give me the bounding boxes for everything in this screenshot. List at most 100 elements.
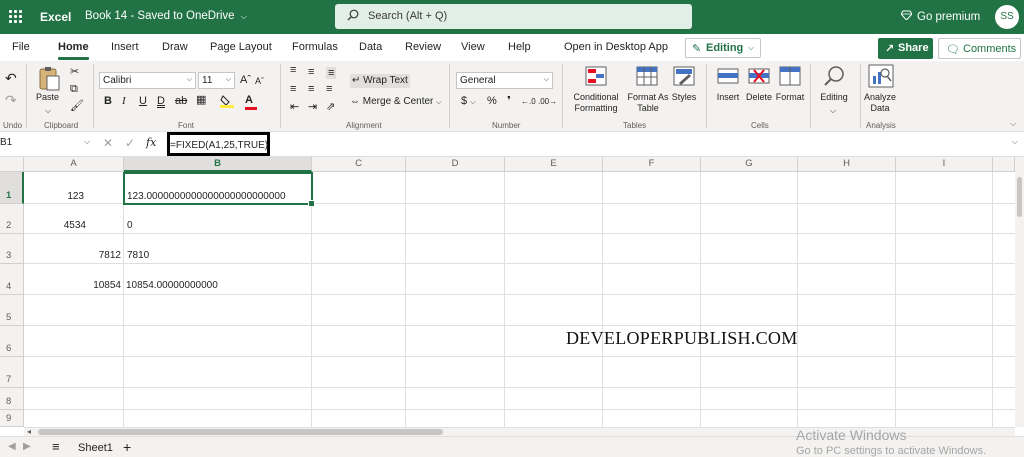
column-header-partial[interactable]: [993, 157, 1015, 172]
analyze-data-label[interactable]: Analyze Data: [862, 92, 898, 114]
row-header-7[interactable]: 7: [0, 357, 24, 388]
increase-font-icon[interactable]: Aˆ: [240, 74, 251, 86]
column-header-c[interactable]: C: [312, 157, 406, 172]
borders-icon[interactable]: ▦: [196, 94, 206, 106]
row-header-8[interactable]: 8: [0, 388, 24, 410]
share-button[interactable]: ↗ Share: [878, 38, 933, 59]
app-name[interactable]: Excel: [40, 10, 71, 24]
column-header-i[interactable]: I: [896, 157, 993, 172]
wrap-text-button[interactable]: ↵ Wrap Text: [350, 74, 410, 88]
row-header-6[interactable]: 6: [0, 326, 24, 357]
add-sheet-icon[interactable]: +: [123, 439, 131, 455]
tab-page-layout[interactable]: Page Layout: [210, 41, 272, 53]
tab-file[interactable]: File: [12, 41, 30, 53]
copy-icon[interactable]: ⧉: [70, 83, 78, 95]
format-cells-label[interactable]: Format: [775, 92, 805, 103]
cell-b4[interactable]: 10854.00000000000: [126, 280, 218, 291]
align-right-icon[interactable]: ≡: [326, 83, 332, 95]
chevron-down-icon[interactable]: ⌵: [1010, 118, 1016, 130]
align-middle-icon[interactable]: ≡: [308, 66, 314, 78]
cell-a1[interactable]: 123: [24, 191, 84, 202]
row-header-3[interactable]: 3: [0, 234, 24, 264]
all-sheets-menu-icon[interactable]: ≡: [52, 439, 60, 454]
row-header-4[interactable]: 4: [0, 264, 24, 295]
paste-label[interactable]: Paste: [36, 92, 59, 103]
row-header-5[interactable]: 5: [0, 295, 24, 326]
search-input[interactable]: Search (Alt + Q): [335, 4, 692, 29]
italic-icon[interactable]: I: [122, 95, 126, 107]
horizontal-scroll-thumb[interactable]: [38, 429, 443, 435]
align-left-icon[interactable]: ≡: [290, 83, 296, 95]
cancel-icon[interactable]: ✕: [103, 136, 113, 150]
tab-draw[interactable]: Draw: [162, 41, 188, 53]
chevron-down-icon[interactable]: ⌵: [45, 105, 51, 117]
document-title[interactable]: Book 14 - Saved to OneDrive ⌵: [85, 10, 247, 22]
tab-formulas[interactable]: Formulas: [292, 41, 338, 53]
row-header-1[interactable]: 1: [0, 172, 24, 204]
check-icon[interactable]: ✓: [125, 136, 135, 150]
cut-icon[interactable]: ✂: [70, 66, 79, 78]
fill-color-icon[interactable]: [220, 94, 234, 111]
font-name-select[interactable]: Calibri ⌵: [99, 72, 196, 89]
styles-icon[interactable]: [673, 66, 695, 89]
cell-b3[interactable]: 7810: [127, 250, 149, 261]
editing-mode-button[interactable]: ✎ Editing ⌵: [685, 38, 761, 58]
scroll-left-icon[interactable]: ◂: [27, 427, 31, 436]
delete-cells-label[interactable]: Delete: [745, 92, 773, 103]
cell-a3[interactable]: 7812: [24, 250, 121, 261]
vertical-scrollbar[interactable]: [1015, 157, 1024, 427]
align-top-icon[interactable]: ≡: [290, 64, 296, 76]
row-header-2[interactable]: 2: [0, 204, 24, 234]
conditional-formatting-label[interactable]: Conditional Formatting: [568, 92, 624, 114]
format-cells-icon[interactable]: [779, 66, 801, 89]
chevron-down-icon[interactable]: ⌵: [1012, 137, 1018, 147]
column-header-f[interactable]: F: [603, 157, 701, 172]
cell-a2[interactable]: 4534: [24, 220, 86, 231]
editing-label[interactable]: Editing: [818, 92, 850, 103]
row-header-9[interactable]: 9: [0, 410, 24, 427]
prev-sheet-icon[interactable]: ◀: [8, 441, 16, 452]
select-all-corner[interactable]: [0, 157, 24, 172]
paste-icon[interactable]: [37, 66, 61, 95]
tab-help[interactable]: Help: [508, 41, 531, 53]
decrease-indent-icon[interactable]: ⇤: [290, 101, 299, 113]
app-launcher-icon[interactable]: [9, 10, 23, 24]
comma-style-icon[interactable]: ❜: [507, 95, 511, 107]
number-format-select[interactable]: General ⌵: [456, 72, 553, 89]
increase-indent-icon[interactable]: ⇥: [308, 101, 317, 113]
column-header-g[interactable]: G: [701, 157, 798, 172]
redo-icon[interactable]: ↷: [5, 93, 17, 107]
insert-cells-icon[interactable]: [717, 66, 739, 89]
merge-center-button[interactable]: ⇔ Merge & Center ⌵: [350, 96, 441, 109]
tab-view[interactable]: View: [461, 41, 485, 53]
delete-cells-icon[interactable]: [748, 66, 770, 89]
name-box[interactable]: B1: [0, 137, 12, 148]
underline-icon[interactable]: U: [139, 95, 147, 107]
tab-open-desktop[interactable]: Open in Desktop App: [564, 41, 668, 53]
format-as-table-icon[interactable]: [636, 66, 658, 89]
formula-input[interactable]: =FIXED(A1,25,TRUE): [167, 132, 270, 156]
column-header-h[interactable]: H: [798, 157, 896, 172]
next-sheet-icon[interactable]: ▶: [23, 441, 31, 452]
column-header-b[interactable]: B: [124, 157, 312, 172]
bold-icon[interactable]: B: [104, 95, 112, 107]
column-header-a[interactable]: A: [24, 157, 124, 172]
column-header-e[interactable]: E: [505, 157, 603, 172]
currency-icon[interactable]: $ ⌵: [461, 95, 476, 109]
orientation-icon[interactable]: ⇗: [326, 101, 335, 113]
font-color-icon[interactable]: A: [245, 94, 257, 110]
tab-data[interactable]: Data: [359, 41, 382, 53]
chevron-down-icon[interactable]: ⌵: [830, 105, 836, 117]
tab-insert[interactable]: Insert: [111, 41, 139, 53]
conditional-formatting-icon[interactable]: [585, 66, 607, 89]
decrease-font-icon[interactable]: Aˇ: [255, 75, 264, 87]
cell-a4[interactable]: 10854: [24, 280, 121, 291]
double-underline-icon[interactable]: D: [157, 95, 165, 107]
sheet-tab-sheet1[interactable]: Sheet1: [78, 442, 113, 454]
tab-home[interactable]: Home: [58, 41, 89, 60]
chevron-down-icon[interactable]: ⌵: [84, 137, 90, 147]
strikethrough-icon[interactable]: ab: [175, 95, 187, 107]
align-center-icon[interactable]: ≡: [308, 83, 314, 95]
tab-review[interactable]: Review: [405, 41, 441, 53]
undo-icon[interactable]: ↶: [5, 71, 17, 85]
